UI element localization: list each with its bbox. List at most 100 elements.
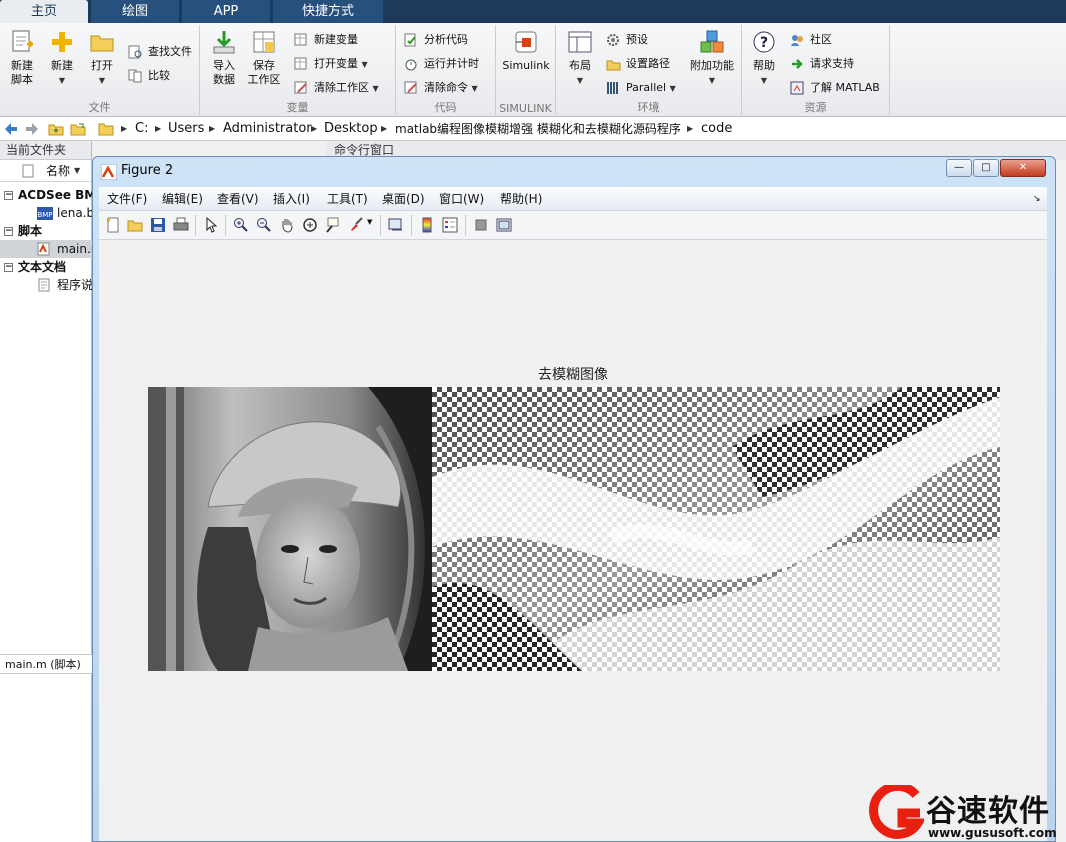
hide-plot-tools-icon[interactable] — [473, 217, 489, 233]
tree-group-scripts[interactable]: − 脚本 — [0, 222, 92, 240]
simulink-button[interactable]: Simulink — [502, 29, 550, 73]
request-support-button[interactable]: 请求支持 — [790, 55, 854, 73]
clear-workspace-button[interactable]: 清除工作区 ▼ — [294, 79, 379, 97]
brush-dropdown-icon[interactable]: ▼ — [367, 218, 372, 226]
collapse-icon[interactable]: − — [4, 263, 13, 272]
run-and-time-button[interactable]: 运行并计时 — [404, 55, 479, 73]
help-dropdown-icon: ▼ — [760, 76, 768, 85]
collapse-icon[interactable]: − — [4, 191, 13, 200]
crumb-project-folder[interactable]: matlab编程图像模糊增强 模糊化和去模糊化源码程序 — [395, 117, 681, 141]
matlab-figure-icon — [101, 164, 117, 180]
analyze-icon — [404, 33, 416, 47]
menu-file[interactable]: 文件(F) — [107, 187, 147, 211]
menu-help[interactable]: 帮助(H) — [500, 187, 542, 211]
file-item-main[interactable]: main.m — [0, 240, 92, 258]
preferences-button[interactable]: 预设 — [606, 31, 648, 49]
new-button[interactable]: 新建 ▼ — [42, 29, 82, 88]
close-icon: ✕ — [1018, 162, 1028, 173]
menu-tools[interactable]: 工具(T) — [327, 187, 368, 211]
ribbon-tabbar: 主页 绘图 APP 快捷方式 — [0, 0, 1066, 23]
open-button[interactable]: 打开 ▼ — [82, 29, 122, 88]
print-icon[interactable] — [173, 217, 189, 233]
import-data-button[interactable]: 导入 数据 — [204, 29, 244, 87]
svg-text:?: ? — [760, 35, 768, 51]
file-item-readme[interactable]: 程序说明 — [0, 276, 92, 294]
save-icon[interactable] — [150, 217, 166, 233]
layout-button[interactable]: 布局 ▼ — [560, 29, 600, 88]
help-button[interactable]: ? 帮助 ▼ — [744, 29, 784, 88]
save-ws-label: 保存 工作区 — [247, 59, 281, 86]
environment-group: 布局 ▼ 预设 设置路径 Parallel ▼ 附加功能 ▼ 环境 — [556, 25, 742, 115]
ribbon: 新建 脚本 新建 ▼ 打开 ▼ 查找文件 比较 文件 导入 数据 保存 工作区 新建… — [0, 23, 1066, 117]
learn-matlab-button[interactable]: 了解 MATLAB — [790, 79, 880, 97]
parallel-dropdown-icon: ▼ — [669, 84, 676, 93]
tab-shortcuts[interactable]: 快捷方式 — [273, 0, 383, 23]
dock-arrow-icon[interactable]: ↘ — [1033, 187, 1041, 211]
help-icon: ? — [753, 31, 775, 53]
simulink-group-label: SIMULINK — [499, 102, 552, 115]
analyze-code-button[interactable]: 分析代码 — [404, 31, 468, 49]
crumb-administrator[interactable]: Administrator — [223, 117, 312, 141]
name-column-header[interactable]: 名称 — [46, 160, 70, 182]
pointer-icon[interactable] — [203, 217, 219, 233]
new-figure-icon[interactable] — [105, 217, 121, 233]
run-time-label: 运行并计时 — [424, 57, 479, 70]
data-cursor-icon[interactable] — [325, 217, 341, 233]
toolbar-divider — [411, 215, 412, 236]
menu-insert[interactable]: 插入(I) — [273, 187, 310, 211]
tab-home[interactable]: 主页 — [0, 0, 88, 23]
pan-hand-icon[interactable] — [279, 217, 295, 233]
open-file-icon[interactable] — [127, 217, 143, 233]
tab-plots[interactable]: 绘图 — [91, 0, 179, 23]
compare-button[interactable]: 比较 — [128, 67, 170, 85]
find-files-button[interactable]: 查找文件 — [128, 43, 192, 61]
simulink-group: Simulink SIMULINK — [496, 25, 556, 115]
new-variable-button[interactable]: 新建变量 — [294, 31, 358, 49]
crumb-drive[interactable]: C: — [135, 117, 148, 141]
support-label: 请求支持 — [810, 57, 854, 70]
crumb-desktop[interactable]: Desktop — [324, 117, 378, 141]
watermark-brand: 谷速软件 — [926, 794, 1050, 829]
checkerboard-result-image — [432, 387, 1000, 671]
figure-toolbar: ▼ — [99, 211, 1047, 240]
clear-cmd-label: 清除命令 — [424, 81, 468, 94]
menu-edit[interactable]: 编辑(E) — [162, 187, 203, 211]
menu-window[interactable]: 窗口(W) — [439, 187, 484, 211]
close-button[interactable]: ✕ — [1000, 159, 1046, 177]
save-workspace-button[interactable]: 保存 工作区 — [244, 29, 284, 87]
community-button[interactable]: 社区 — [790, 31, 832, 49]
file-item-lena[interactable]: BMP lena.bmp — [0, 204, 92, 222]
brush-icon[interactable] — [348, 217, 364, 233]
open-variable-button[interactable]: 打开变量 ▼ — [294, 55, 368, 73]
collapse-icon[interactable]: − — [4, 227, 13, 236]
zoom-out-icon[interactable] — [256, 217, 272, 233]
colorbar-icon[interactable] — [419, 217, 435, 233]
back-arrow-icon[interactable] — [3, 121, 19, 137]
link-plot-icon[interactable] — [388, 217, 404, 233]
tree-group-acdsee[interactable]: −ACDSee BMP — [0, 186, 92, 204]
tab-apps[interactable]: APP — [182, 0, 270, 23]
show-plot-tools-icon[interactable] — [496, 217, 512, 233]
analyze-label: 分析代码 — [424, 33, 468, 46]
browse-folder-icon[interactable] — [70, 121, 86, 137]
sort-dropdown-icon[interactable]: ▼ — [74, 160, 80, 182]
tree-group-docs[interactable]: − 文本文档 — [0, 258, 92, 276]
clear-commands-button[interactable]: 清除命令 ▼ — [404, 79, 478, 97]
menu-view[interactable]: 查看(V) — [217, 187, 259, 211]
menu-desktop[interactable]: 桌面(D) — [382, 187, 425, 211]
parallel-icon — [607, 82, 618, 94]
new-script-button[interactable]: 新建 脚本 — [2, 29, 42, 87]
crumb-code[interactable]: code — [701, 117, 732, 141]
legend-icon[interactable] — [442, 217, 458, 233]
rotate-3d-icon[interactable] — [302, 217, 318, 233]
crumb-users[interactable]: Users — [168, 117, 204, 141]
minimize-button[interactable]: — — [946, 159, 972, 177]
zoom-in-icon[interactable] — [233, 217, 249, 233]
addons-button[interactable]: 附加功能 ▼ — [686, 29, 738, 88]
set-path-button[interactable]: 设置路径 — [606, 55, 670, 73]
forward-arrow-icon[interactable] — [24, 121, 40, 137]
up-folder-icon[interactable] — [48, 121, 64, 137]
maximize-button[interactable]: □ — [973, 159, 999, 177]
parallel-button[interactable]: Parallel ▼ — [606, 79, 676, 97]
open-variable-icon — [294, 57, 307, 70]
